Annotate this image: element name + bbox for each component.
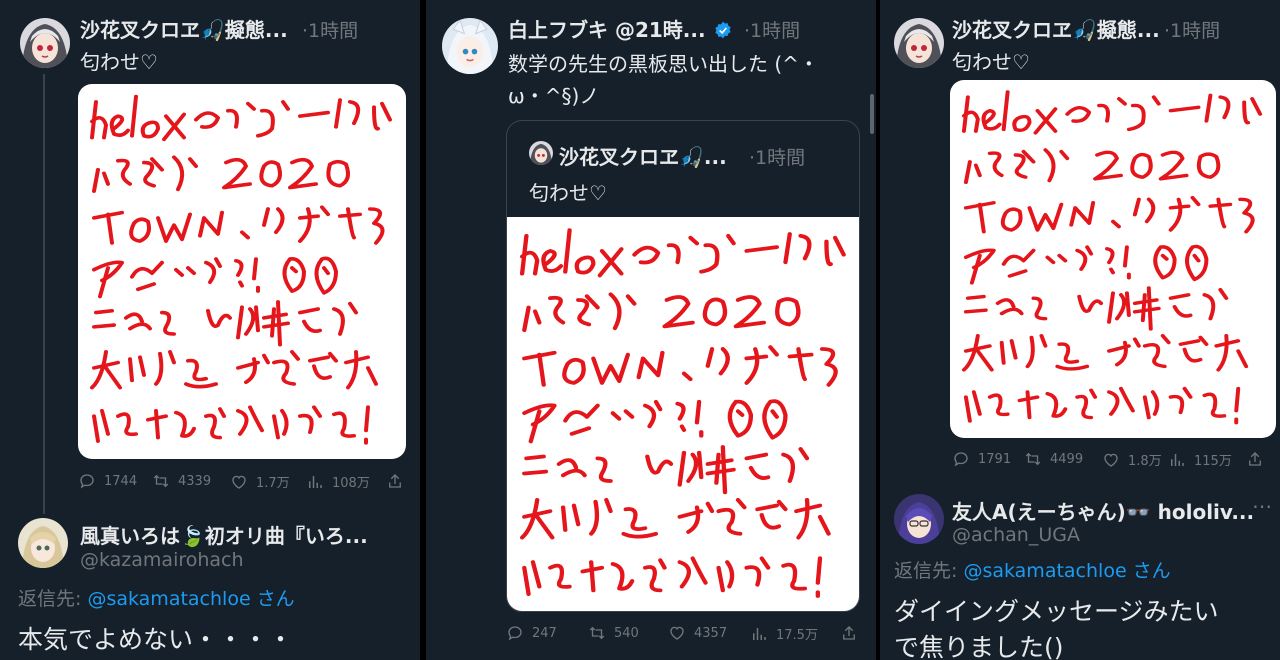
middle-panel: 白上フブキ @21時... ·1時間 数学の先生の黒板思い出した (^・ ω・^… — [426, 0, 876, 660]
views-button[interactable]: 108万 — [306, 472, 370, 491]
author-name[interactable]: 沙花叉クロヱ🎣擬態... — [80, 14, 288, 43]
tweet-text-line1: 数学の先生の黒板思い出した (^・ — [508, 52, 819, 76]
right-panel: 沙花叉クロヱ🎣擬態... ·1時間 匂わせ♡ 1791 4499 1.8万 11… — [880, 0, 1280, 660]
timestamp[interactable]: ·1時間 — [744, 16, 800, 43]
heart-icon — [670, 626, 684, 640]
scrollbar[interactable] — [870, 94, 874, 134]
reply-count: 1791 — [978, 451, 1012, 467]
reply-button[interactable]: 1791 — [952, 450, 1011, 468]
tweet-text-line2: ω・^§)ノ — [508, 84, 600, 108]
share-button[interactable] — [1246, 450, 1264, 468]
reply-text: 本気でよめない・・・・ — [18, 625, 294, 654]
red-handwriting-drawing — [507, 217, 860, 612]
tweet-text: 匂わせ♡ — [80, 50, 158, 74]
tweet-text: 匂わせ♡ — [952, 50, 1030, 74]
like-button[interactable]: 1.8万 — [1102, 450, 1162, 469]
red-handwriting-drawing — [961, 89, 1263, 425]
quoted-avatar — [529, 141, 553, 165]
share-icon — [1249, 452, 1261, 466]
more-options-icon[interactable]: ⋯ — [1252, 494, 1272, 518]
left-panel: 沙花叉クロヱ🎣擬態... ·1時間 匂わせ♡ 1744 4339 1.7万 10… — [0, 0, 420, 660]
reply-button[interactable]: 1744 — [78, 472, 137, 490]
screenshot-collage: 沙花叉クロヱ🎣擬態... ·1時間 匂わせ♡ 1744 4339 1.7万 10… — [0, 0, 1280, 660]
views-button[interactable]: 17.5万 — [750, 624, 818, 643]
retweet-count: 540 — [614, 625, 639, 641]
replying-to-prefix: 返信先: — [894, 560, 964, 582]
reply-icon — [80, 474, 94, 489]
avatar[interactable] — [20, 18, 70, 68]
tweet-actions: 247 540 4357 17.5万 — [506, 624, 866, 648]
tweet-actions: 1744 4339 1.7万 108万 — [78, 472, 408, 496]
share-button[interactable] — [840, 624, 858, 642]
avatar[interactable] — [442, 18, 498, 74]
retweet-count: 4339 — [178, 473, 212, 489]
author-name[interactable]: 沙花叉クロヱ🎣擬態... — [952, 14, 1160, 43]
replying-to: 返信先: @sakamatachloe さん — [894, 556, 1171, 583]
like-count: 4357 — [694, 625, 728, 641]
view-count: 115万 — [1194, 454, 1232, 469]
replying-to: 返信先: @sakamatachloe さん — [18, 584, 295, 611]
attached-image[interactable] — [78, 84, 406, 459]
reply-text-line1: ダイイングメッセージみたい — [894, 597, 1219, 626]
retweet-icon — [153, 474, 169, 488]
analytics-icon — [753, 627, 766, 640]
timestamp[interactable]: ·1時間 — [302, 16, 358, 43]
share-icon — [389, 474, 401, 488]
reply-icon — [508, 626, 522, 641]
quoted-text: 匂わせ♡ — [529, 181, 607, 205]
reply-text-line2: で焦りました() — [894, 633, 1064, 660]
mention-link[interactable]: @sakamatachloe — [87, 588, 250, 610]
share-icon — [843, 626, 855, 640]
reply-count: 247 — [532, 625, 557, 641]
timestamp[interactable]: ·1時間 — [1164, 16, 1220, 43]
view-count: 17.5万 — [776, 628, 818, 643]
heart-icon — [1104, 453, 1118, 467]
thread-line — [43, 74, 45, 514]
quoted-tweet[interactable]: 沙花叉クロヱ🎣... ·1時間 匂わせ♡ — [506, 120, 860, 612]
reply-count: 1744 — [104, 473, 138, 489]
reply-author-name[interactable]: 友人A(えーちゃん)👓 hololiv... — [952, 496, 1254, 525]
reply-avatar[interactable] — [894, 494, 944, 544]
mention-link[interactable]: @sakamatachloe — [963, 560, 1126, 582]
analytics-icon — [1171, 453, 1184, 466]
reply-author-handle[interactable]: @kazamairohach — [80, 549, 244, 571]
avatar[interactable] — [894, 18, 944, 68]
like-count: 1.8万 — [1128, 454, 1162, 469]
replying-to-prefix: 返信先: — [18, 588, 88, 610]
reply-author-name[interactable]: 風真いろは🍃初オリ曲『いろ... — [80, 520, 368, 549]
mention-suffix: さん — [250, 588, 295, 610]
reply-button[interactable]: 247 — [506, 624, 557, 642]
red-handwriting-drawing — [90, 94, 392, 445]
reply-avatar[interactable] — [18, 518, 68, 568]
like-button[interactable]: 1.7万 — [230, 472, 290, 491]
like-count: 1.7万 — [256, 476, 290, 491]
reply-author-handle[interactable]: @achan_UGA — [952, 524, 1080, 546]
retweet-button[interactable]: 4499 — [1024, 450, 1083, 468]
share-button[interactable] — [386, 472, 404, 490]
quoted-timestamp: ·1時間 — [749, 147, 806, 169]
tweet-actions: 1791 4499 1.8万 115万 — [952, 450, 1278, 474]
views-button[interactable]: 115万 — [1168, 450, 1232, 469]
heart-icon — [232, 475, 246, 489]
attached-image[interactable] — [950, 80, 1276, 438]
author-name-text: 白上フブキ @21時... — [508, 18, 706, 42]
author-name[interactable]: 白上フブキ @21時... — [508, 14, 733, 43]
quoted-author-name: 沙花叉クロヱ🎣... — [559, 145, 727, 169]
like-button[interactable]: 4357 — [668, 624, 727, 642]
mention-suffix: さん — [1126, 560, 1171, 582]
quoted-image[interactable] — [507, 217, 860, 612]
retweet-icon — [1025, 452, 1041, 466]
verified-badge-icon — [714, 21, 731, 39]
retweet-count: 4499 — [1050, 451, 1084, 467]
view-count: 108万 — [332, 476, 370, 491]
retweet-button[interactable]: 540 — [588, 624, 639, 642]
retweet-icon — [589, 626, 605, 640]
retweet-button[interactable]: 4339 — [152, 472, 211, 490]
analytics-icon — [309, 475, 322, 488]
reply-icon — [954, 452, 968, 467]
